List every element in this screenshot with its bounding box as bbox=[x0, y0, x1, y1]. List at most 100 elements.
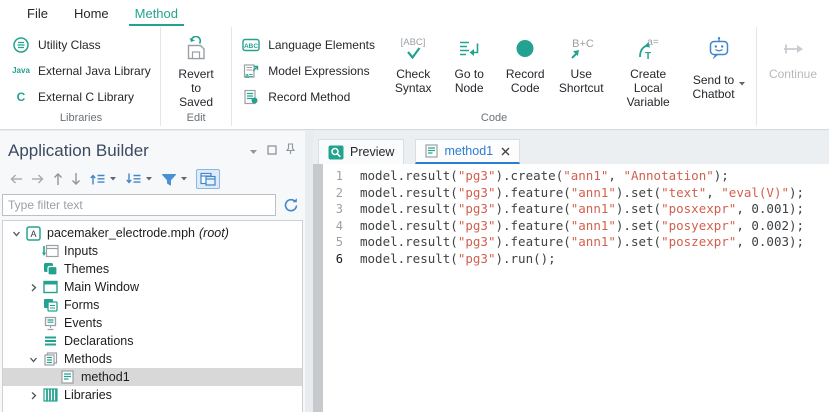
ribbon-button-go-to-node[interactable]: Go to Node bbox=[441, 29, 497, 95]
float-window-icon bbox=[267, 145, 277, 155]
panel-header-pin-icon[interactable] bbox=[286, 142, 295, 160]
up-arrow-button[interactable] bbox=[53, 172, 63, 186]
close-icon[interactable] bbox=[501, 147, 510, 156]
line-number: 2 bbox=[323, 185, 343, 202]
ribbon-item-model-expressions[interactable]: a=Model Expressions bbox=[237, 60, 385, 81]
ribbon: FileHomeMethod Utility Class JavaExternal… bbox=[0, 0, 829, 130]
tree-item-main-window[interactable]: Main Window bbox=[3, 278, 302, 296]
tree-item-inputs[interactable]: Inputs bbox=[3, 242, 302, 260]
ribbon-item-language-elements[interactable]: ABC Language Elements bbox=[237, 34, 385, 55]
panel-header-panel-collapse-icon[interactable] bbox=[249, 142, 258, 160]
forms-icon bbox=[43, 298, 58, 312]
tree-item-methods[interactable]: Methods bbox=[3, 350, 302, 368]
chevron-down-icon bbox=[145, 176, 153, 182]
line-number: 6 bbox=[323, 251, 343, 268]
string-token: "pg3" bbox=[458, 251, 496, 266]
ribbon-button-label: Record Code bbox=[506, 67, 545, 95]
ribbon-item-external-java-library[interactable]: JavaExternal Java Library bbox=[7, 60, 155, 81]
forward-arrow-icon bbox=[31, 173, 45, 185]
string-token: "pg3" bbox=[458, 185, 496, 200]
tree-item-declarations[interactable]: Declarations bbox=[3, 332, 302, 350]
tree-item-method1[interactable]: method1 bbox=[3, 368, 302, 386]
string-token: "ann1" bbox=[571, 201, 616, 216]
ribbon-item-external-c-library[interactable]: CExternal C Library bbox=[7, 86, 155, 107]
code-text: model.result("pg3").feature("ann1").set(… bbox=[360, 185, 804, 202]
forward-arrow-button[interactable] bbox=[31, 173, 45, 185]
toggle-panels-button[interactable] bbox=[196, 169, 220, 189]
string-token: "posxexpr" bbox=[661, 201, 736, 216]
tree-item-forms[interactable]: Forms bbox=[3, 296, 302, 314]
ribbon-button-send-to-chatbot[interactable]: Send to Chatbot bbox=[687, 29, 751, 101]
ribbon-group-label: Edit bbox=[161, 112, 231, 124]
method-doc-icon bbox=[425, 144, 438, 158]
string-token: "Annotation" bbox=[623, 168, 713, 183]
tree-item-libraries[interactable]: Libraries bbox=[3, 386, 302, 404]
panel-header-float-window-icon[interactable] bbox=[267, 142, 277, 160]
refresh-icon bbox=[283, 197, 299, 213]
ribbon-item-utility-class[interactable]: Utility Class bbox=[7, 34, 155, 55]
ribbon-body: Utility Class JavaExternal Java Library CE… bbox=[0, 27, 829, 126]
string-token: "eval(V)" bbox=[721, 185, 789, 200]
ribbon-button-label: Continue bbox=[769, 67, 817, 81]
code-token: ).set( bbox=[616, 185, 661, 200]
ribbon-group-edit: Revert to Saved Edit bbox=[161, 27, 232, 126]
code-text: model.result("pg3").feature("ann1").set(… bbox=[360, 234, 804, 251]
refresh-button[interactable] bbox=[283, 197, 299, 213]
code-token: ).feature( bbox=[495, 218, 570, 233]
ribbon-tab-home[interactable]: Home bbox=[61, 1, 122, 26]
ribbon-tab-file[interactable]: File bbox=[14, 1, 61, 26]
ribbon-item-record-method[interactable]: Record Method bbox=[237, 86, 385, 107]
editor-tab-bar: Preview method1 bbox=[313, 131, 829, 164]
filter-funnel-button[interactable] bbox=[161, 173, 188, 186]
tree-item-label: Inputs bbox=[64, 244, 98, 258]
down-arrow-button[interactable] bbox=[71, 172, 81, 186]
expander-right-icon[interactable] bbox=[26, 283, 41, 292]
expander-down-icon[interactable] bbox=[9, 229, 24, 238]
move-up-list-button[interactable] bbox=[89, 172, 117, 186]
java-icon: Java bbox=[11, 66, 31, 75]
ribbon-button-check-syntax[interactable]: [ABC]Check Syntax bbox=[385, 29, 441, 95]
back-arrow-button[interactable] bbox=[9, 173, 23, 185]
svg-text:A: A bbox=[30, 229, 36, 239]
code-token: ).set( bbox=[616, 234, 661, 249]
svg-text:[ABC]: [ABC] bbox=[401, 37, 426, 48]
ribbon-button-use-shortcut[interactable]: B+CUse Shortcut bbox=[553, 29, 609, 95]
code-editor[interactable]: 1model.result("pg3").create("ann1", "Ann… bbox=[323, 164, 829, 412]
model-expressions-icon: a= bbox=[242, 63, 260, 79]
tree-item-suffix: (root) bbox=[199, 226, 229, 240]
filter-input[interactable] bbox=[2, 194, 276, 216]
svg-text:ABC: ABC bbox=[244, 43, 258, 50]
expander-right-icon[interactable] bbox=[26, 391, 41, 400]
line-number: 4 bbox=[323, 218, 343, 235]
ribbon-button-labelrow: Continue bbox=[769, 67, 817, 81]
ribbon-button-revert-to-saved[interactable]: Revert to Saved bbox=[166, 29, 226, 109]
code-text: model.result("pg3").run(); bbox=[360, 251, 556, 268]
code-line: 3model.result("pg3").feature("ann1").set… bbox=[323, 201, 829, 218]
tree-item-events[interactable]: Events bbox=[3, 314, 302, 332]
tree-item-themes[interactable]: Themes bbox=[3, 260, 302, 278]
editor-tab-method1[interactable]: method1 bbox=[415, 139, 520, 164]
ribbon-button-labelrow: Revert to Saved bbox=[173, 67, 219, 109]
chevron-down-icon bbox=[738, 67, 746, 101]
ribbon-item-label: Record Method bbox=[268, 90, 350, 104]
code-token: ).set( bbox=[616, 201, 661, 216]
ribbon-button-record-code[interactable]: Record Code bbox=[497, 29, 553, 95]
move-down-list-button[interactable] bbox=[125, 172, 153, 186]
ribbon-tab-method[interactable]: Method bbox=[122, 1, 191, 26]
tree-item-pacemaker-electrode-mph[interactable]: Apacemaker_electrode.mph(root) bbox=[3, 224, 302, 242]
editor-tab-preview[interactable]: Preview bbox=[318, 139, 404, 164]
ribbon-group-continue: Continue bbox=[757, 27, 829, 126]
expander-down-icon[interactable] bbox=[26, 355, 41, 364]
ribbon-button-labelrow: Go to Node bbox=[455, 67, 484, 95]
string-token: "posyexpr" bbox=[661, 218, 736, 233]
expander-right-icon bbox=[29, 391, 38, 400]
record-code-icon bbox=[512, 36, 538, 62]
move-up-list-icon bbox=[89, 172, 106, 186]
ribbon-button-labelrow: Send to Chatbot bbox=[693, 67, 746, 101]
main-window-icon bbox=[43, 280, 58, 294]
code-token: ).set( bbox=[616, 218, 661, 233]
ribbon-button-create-local-variable[interactable]: a=TCreate Local Variable bbox=[609, 29, 687, 109]
code-token: ).feature( bbox=[495, 201, 570, 216]
ribbon-item-label: Language Elements bbox=[268, 38, 375, 52]
editor-tab-label: Preview bbox=[350, 145, 394, 159]
